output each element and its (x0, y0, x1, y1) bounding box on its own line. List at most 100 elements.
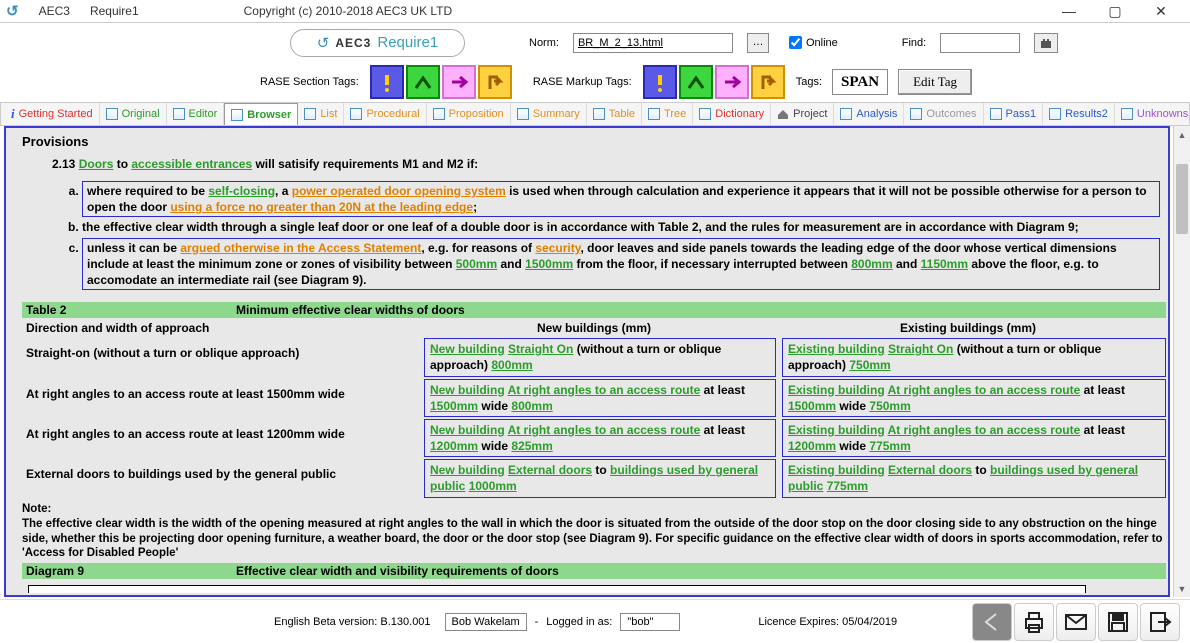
link-route-width[interactable]: 1200mm (430, 439, 478, 453)
scroll-down-arrow[interactable]: ▼ (1174, 580, 1190, 597)
tab-summary[interactable]: Summary (511, 103, 587, 125)
link-building-type[interactable]: Existing building (788, 383, 885, 397)
link-doors[interactable]: Doors (79, 157, 114, 171)
minimize-button[interactable]: — (1046, 0, 1092, 22)
link-building-type[interactable]: New building (430, 423, 505, 437)
tab-label: Dictionary (715, 108, 764, 120)
tab-analysis[interactable]: Analysis (834, 103, 904, 125)
link-approach[interactable]: At right angles to an access route (888, 423, 1081, 437)
link-800mm[interactable]: 800mm (851, 257, 892, 271)
scroll-thumb[interactable] (1176, 164, 1188, 234)
link-accessible-entrances[interactable]: accessible entrances (131, 157, 252, 171)
rase-section-label: RASE Section Tags: (260, 76, 359, 88)
document-icon (231, 109, 243, 121)
link-clear-width[interactable]: 750mm (849, 358, 890, 372)
norm-input[interactable] (573, 33, 733, 53)
maximize-button[interactable]: ▢ (1092, 0, 1138, 22)
section-tag-application-button[interactable] (406, 65, 440, 99)
link-building-type[interactable]: Existing building (788, 342, 885, 356)
document-icon (350, 108, 362, 120)
section-tag-selection-button[interactable] (442, 65, 476, 99)
section-tag-exception-button[interactable] (478, 65, 512, 99)
norm-browse-button[interactable]: … (747, 33, 769, 53)
find-input[interactable] (940, 33, 1020, 53)
find-label: Find: (902, 37, 926, 49)
vertical-scrollbar[interactable]: ▲ ▼ (1173, 126, 1190, 597)
link-clear-width[interactable]: 750mm (869, 399, 910, 413)
link-power-operated[interactable]: power operated door opening system (292, 184, 506, 198)
tags-current-value[interactable]: SPAN (832, 69, 888, 95)
tab-proposition[interactable]: Proposition (427, 103, 511, 125)
tab-list[interactable]: List (298, 103, 344, 125)
link-clear-width[interactable]: 800mm (491, 358, 532, 372)
link-route-width[interactable]: 1200mm (788, 439, 836, 453)
tab-table[interactable]: Table (587, 103, 642, 125)
scroll-up-arrow[interactable]: ▲ (1174, 126, 1190, 143)
link-approach[interactable]: External doors (888, 463, 972, 477)
link-building-type[interactable]: New building (430, 463, 505, 477)
tab-original[interactable]: Original (100, 103, 167, 125)
castle-icon (1039, 36, 1053, 50)
online-checkbox[interactable]: Online (789, 36, 838, 49)
link-approach[interactable]: At right angles to an access route (888, 383, 1081, 397)
link-clear-width[interactable]: 775mm (827, 479, 868, 493)
link-approach[interactable]: At right angles to an access route (508, 383, 701, 397)
link-building-type[interactable]: New building (430, 342, 505, 356)
status-bar: English Beta version: B.130.001 Bob Wake… (0, 599, 1190, 643)
markup-tag-selection-button[interactable] (715, 65, 749, 99)
table-cell-existing: Existing building External doors to buil… (782, 459, 1166, 497)
sb-print-button[interactable] (1014, 603, 1054, 641)
tab-project[interactable]: Project (771, 103, 834, 125)
tab-editor[interactable]: Editor (167, 103, 225, 125)
link-argued-access-statement[interactable]: argued otherwise in the Access Statement (180, 241, 421, 255)
tab-outcomes[interactable]: Outcomes (904, 103, 983, 125)
link-building-type[interactable]: New building (430, 383, 505, 397)
table-cell-existing: Existing building Straight On (without a… (782, 338, 1166, 376)
link-clear-width[interactable]: 1000mm (469, 479, 517, 493)
tab-procedural[interactable]: Procedural (344, 103, 426, 125)
link-500mm[interactable]: 500mm (456, 257, 497, 271)
link-building-type[interactable]: Existing building (788, 423, 885, 437)
tab-pass1[interactable]: Pass1 (984, 103, 1044, 125)
tab-dictionary[interactable]: Dictionary (693, 103, 771, 125)
link-clear-width[interactable]: 775mm (869, 439, 910, 453)
sb-mail-button[interactable] (1056, 603, 1096, 641)
tab-results2[interactable]: Results2 (1043, 103, 1115, 125)
section-tag-requirement-button[interactable] (370, 65, 404, 99)
link-route-width[interactable]: 1500mm (788, 399, 836, 413)
find-button[interactable] (1034, 33, 1058, 53)
tab-browser[interactable]: Browser (224, 103, 298, 125)
edit-tag-button[interactable]: Edit Tag (898, 69, 972, 95)
logged-in-label: Logged in as: (546, 616, 612, 628)
tab-getting-started[interactable]: iGetting Started (5, 103, 100, 125)
link-approach[interactable]: Straight On (508, 342, 573, 356)
link-security[interactable]: security (535, 241, 580, 255)
markup-tag-exception-button[interactable] (751, 65, 785, 99)
link-approach[interactable]: Straight On (888, 342, 953, 356)
link-force-20n[interactable]: using a force no greater than 20N at the… (170, 200, 473, 214)
item-c-box: unless it can be argued otherwise in the… (82, 238, 1160, 291)
sb-export-button[interactable] (1140, 603, 1180, 641)
link-route-width[interactable]: 1500mm (430, 399, 478, 413)
sb-back-button[interactable] (972, 603, 1012, 641)
link-approach[interactable]: External doors (508, 463, 592, 477)
norm-label: Norm: (529, 37, 559, 49)
link-building-type[interactable]: Existing building (788, 463, 885, 477)
tab-unknowns[interactable]: Unknowns (1115, 103, 1190, 125)
link-clear-width[interactable]: 825mm (511, 439, 552, 453)
markup-tag-requirement-button[interactable] (643, 65, 677, 99)
table-row-desc: External doors to buildings used by the … (22, 459, 418, 497)
markup-tag-application-button[interactable] (679, 65, 713, 99)
link-1150mm[interactable]: 1150mm (921, 257, 968, 271)
list-item-a: where required to be self-closing, a pow… (82, 181, 1166, 217)
tab-label: List (320, 108, 337, 120)
link-approach[interactable]: At right angles to an access route (508, 423, 701, 437)
link-1500mm[interactable]: 1500mm (525, 257, 573, 271)
link-clear-width[interactable]: 800mm (511, 399, 552, 413)
online-checkbox-input[interactable] (789, 36, 802, 49)
sb-save-button[interactable] (1098, 603, 1138, 641)
close-button[interactable]: ✕ (1138, 0, 1184, 22)
document-icon (517, 108, 529, 120)
link-self-closing[interactable]: self-closing (208, 184, 275, 198)
tab-tree[interactable]: Tree (642, 103, 693, 125)
